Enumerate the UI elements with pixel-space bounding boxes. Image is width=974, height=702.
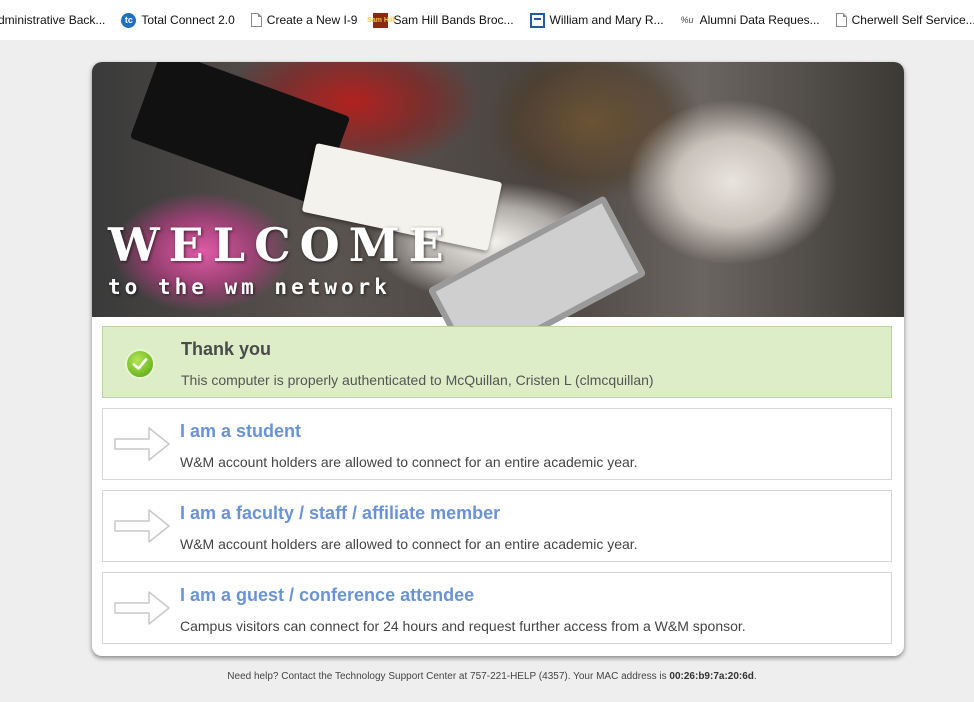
bookmark-label: Create a New I-9	[266, 13, 358, 27]
auth-success-box: Thank you This computer is properly auth…	[102, 326, 892, 398]
bookmark-administrative-back[interactable]: dministrative Back...	[0, 13, 105, 27]
option-student-title[interactable]: I am a student	[180, 421, 301, 442]
option-guest[interactable]: I am a guest / conference attendee Campu…	[102, 572, 892, 644]
bookmark-label: dministrative Back...	[0, 13, 106, 27]
hero-banner: WELCOME to the wm network	[92, 62, 904, 369]
bookmark-label: Sam Hill Bands Broc...	[393, 13, 514, 27]
bookmarks-bar: dministrative Back... tc Total Connect 2…	[0, 0, 974, 40]
bookmark-total-connect[interactable]: tc Total Connect 2.0	[121, 12, 235, 28]
welcome-heading: WELCOME	[108, 218, 453, 272]
bookmark-create-i9[interactable]: Create a New I-9	[250, 13, 358, 27]
alumni-icon: %u	[680, 15, 694, 25]
option-faculty-title[interactable]: I am a faculty / staff / affiliate membe…	[180, 503, 500, 524]
sam-hill-icon: Sam Hill	[367, 12, 395, 28]
bookmark-label: Alumni Data Reques...	[699, 13, 820, 27]
checkmark-glyph	[132, 358, 148, 370]
arrow-right-icon	[114, 427, 170, 461]
bookmark-label: Total Connect 2.0	[141, 13, 235, 27]
mac-address: 00:26:b9:7a:20:6d	[669, 671, 754, 682]
tc-icon: tc	[121, 12, 137, 28]
bookmark-alumni-data[interactable]: %u Alumni Data Reques...	[680, 13, 820, 28]
arrow-right-icon	[114, 509, 170, 543]
help-text: Need help? Contact the Technology Suppor…	[227, 671, 670, 682]
option-guest-description: Campus visitors can connect for 24 hours…	[180, 618, 746, 634]
auth-title: Thank you	[181, 339, 272, 359]
option-student-description: W&M account holders are allowed to conne…	[180, 454, 638, 470]
option-guest-title[interactable]: I am a guest / conference attendee	[180, 585, 474, 606]
checkmark-icon	[125, 349, 155, 379]
option-faculty-staff[interactable]: I am a faculty / staff / affiliate membe…	[102, 490, 892, 562]
bookmark-cherwell[interactable]: Cherwell Self Service...	[835, 13, 974, 27]
option-faculty-description: W&M account holders are allowed to conne…	[180, 536, 638, 552]
network-portal-card: WELCOME to the wm network Thank you This…	[92, 62, 904, 656]
option-student[interactable]: I am a student W&M account holders are a…	[102, 408, 892, 480]
bookmark-label: William and Mary R...	[549, 13, 664, 27]
page-icon	[250, 13, 262, 27]
bookmark-sam-hill[interactable]: Sam Hill Sam Hill Bands Broc...	[367, 12, 514, 28]
arrow-right-icon	[114, 591, 170, 625]
bookmark-william-mary[interactable]: William and Mary R...	[529, 12, 664, 28]
help-suffix: .	[753, 671, 757, 682]
bookmark-label: Cherwell Self Service...	[851, 13, 974, 27]
welcome-subtitle: to the wm network	[108, 275, 391, 299]
page-icon	[835, 13, 847, 27]
help-footer: Need help? Contact the Technology Suppor…	[0, 671, 974, 682]
window-icon	[529, 12, 545, 28]
auth-message: This computer is properly authenticated …	[181, 372, 654, 388]
